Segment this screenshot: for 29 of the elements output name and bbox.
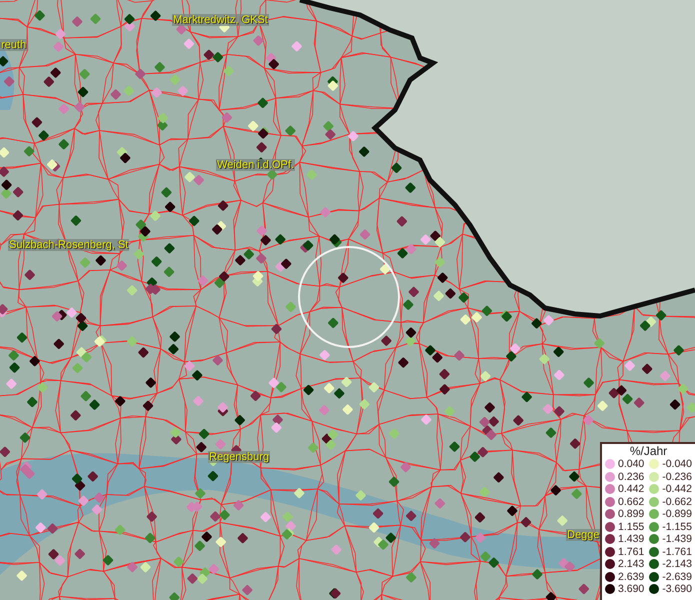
legend-value: 3.690 [618, 583, 644, 596]
legend-value: -0.040 [662, 458, 692, 470]
legend-value: 2.639 [618, 570, 644, 583]
legend-value: 2.143 [618, 558, 644, 570]
legend-value: -0.236 [662, 470, 692, 483]
legend-value: 0.040 [618, 458, 644, 470]
legend-value: 1.761 [618, 546, 644, 558]
legend-value: -3.690 [662, 583, 692, 596]
legend-value: 0.899 [618, 508, 644, 520]
place-label: Sulzbach-Rosenberg, St [8, 239, 130, 251]
legend-value: -0.899 [662, 508, 692, 520]
place-label: Weiden i.d.OPf. [216, 159, 295, 171]
legend-value: -1.439 [662, 533, 692, 546]
legend-value: 1.155 [618, 520, 644, 533]
legend-value: 0.662 [618, 496, 644, 508]
legend-title: %/Jahr [630, 445, 668, 458]
legend-value: 0.442 [618, 483, 644, 496]
legend-value: -0.662 [662, 496, 692, 508]
legend-value: -0.442 [662, 483, 692, 496]
legend-value: -1.155 [662, 520, 692, 533]
place-label: reuth [0, 39, 28, 51]
legend-value: 0.236 [618, 470, 644, 483]
place-label: Marktredwitz, GKSt [172, 14, 269, 26]
place-label: Regensburg [208, 451, 270, 463]
place-label: Degge [566, 529, 600, 541]
legend-value: -2.143 [662, 558, 692, 570]
legend-value: -1.761 [662, 546, 692, 558]
legend-value: -2.639 [662, 570, 692, 583]
legend-value: 1.439 [618, 533, 644, 546]
